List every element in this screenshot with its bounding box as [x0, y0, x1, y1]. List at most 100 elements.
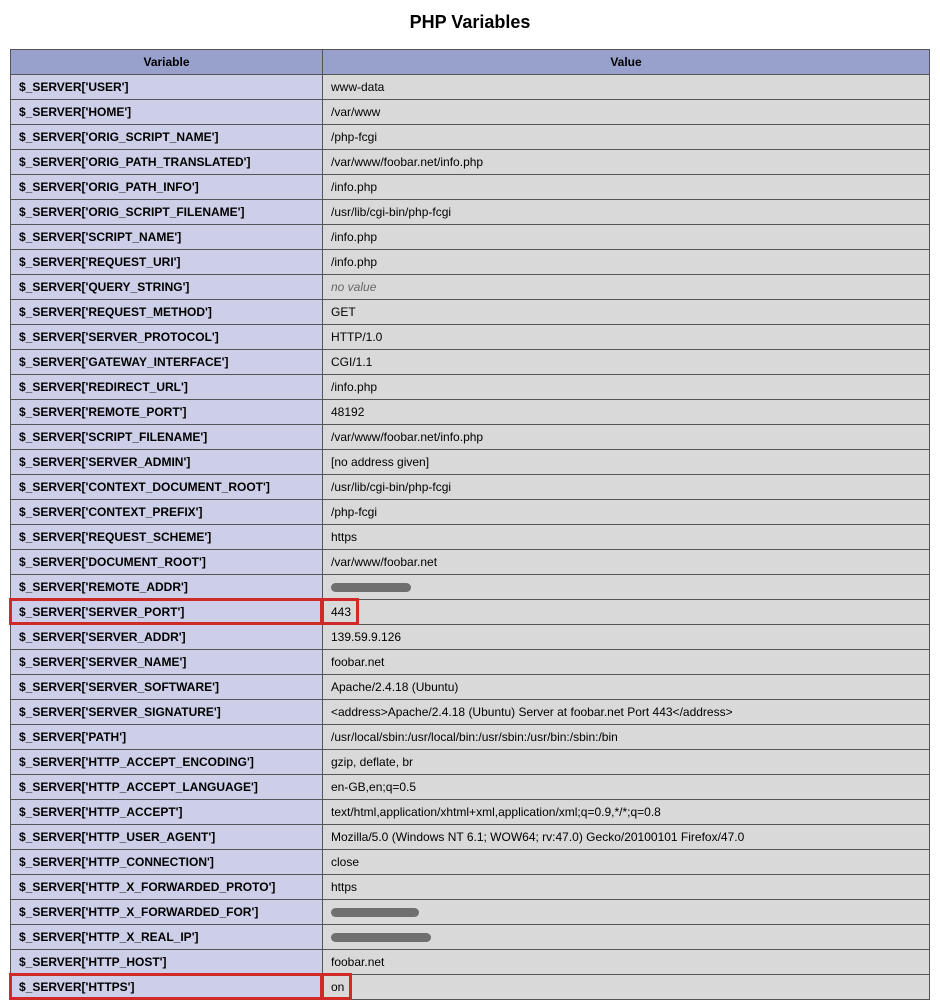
table-row: $_SERVER['REDIRECT_URL']/info.php: [11, 375, 930, 400]
no-value-label: no value: [331, 280, 376, 294]
table-row: $_SERVER['SERVER_SIGNATURE']<address>Apa…: [11, 700, 930, 725]
highlight-box: [9, 598, 323, 625]
table-row: $_SERVER['HTTP_X_FORWARDED_PROTO']https: [11, 875, 930, 900]
table-row: $_SERVER['SERVER_ADMIN'][no address give…: [11, 450, 930, 475]
table-row: $_SERVER['HTTP_ACCEPT_LANGUAGE']en-GB,en…: [11, 775, 930, 800]
table-row: $_SERVER['HTTP_USER_AGENT']Mozilla/5.0 (…: [11, 825, 930, 850]
variable-value: /usr/lib/cgi-bin/php-fcgi: [323, 200, 930, 225]
variable-name: $_SERVER['SERVER_ADDR']: [11, 625, 323, 650]
highlight-box: [321, 973, 352, 1000]
table-row: $_SERVER['HTTP_ACCEPT']text/html,applica…: [11, 800, 930, 825]
table-row: $_SERVER['ORIG_PATH_TRANSLATED']/var/www…: [11, 150, 930, 175]
variable-name: $_SERVER['REQUEST_URI']: [11, 250, 323, 275]
variable-name: $_SERVER['SERVER_ADMIN']: [11, 450, 323, 475]
table-row: $_SERVER['REMOTE_ADDR']: [11, 575, 930, 600]
variable-value: <address>Apache/2.4.18 (Ubuntu) Server a…: [323, 700, 930, 725]
variable-name: $_SERVER['SERVER_NAME']: [11, 650, 323, 675]
variable-name: $_SERVER['HTTP_CONNECTION']: [11, 850, 323, 875]
variable-value: close: [323, 850, 930, 875]
variable-name: $_SERVER['REDIRECT_URL']: [11, 375, 323, 400]
variable-value: /var/www: [323, 100, 930, 125]
table-row: $_SERVER['REQUEST_METHOD']GET: [11, 300, 930, 325]
redacted-value: [331, 908, 419, 917]
redacted-value: [331, 933, 431, 942]
variable-value: no value: [323, 275, 930, 300]
variable-name: $_SERVER['HTTP_X_FORWARDED_FOR']: [11, 900, 323, 925]
table-row: $_SERVER['SERVER_NAME']foobar.net: [11, 650, 930, 675]
table-row: $_SERVER['HTTP_X_REAL_IP']: [11, 925, 930, 950]
variable-name: $_SERVER['CONTEXT_PREFIX']: [11, 500, 323, 525]
table-row: $_SERVER['SCRIPT_NAME']/info.php: [11, 225, 930, 250]
variable-value: /php-fcgi: [323, 125, 930, 150]
variable-name: $_SERVER['SERVER_SOFTWARE']: [11, 675, 323, 700]
variable-value: HTTP/1.0: [323, 325, 930, 350]
php-variables-table: Variable Value $_SERVER['USER']www-data$…: [10, 49, 930, 1000]
variable-name: $_SERVER['QUERY_STRING']: [11, 275, 323, 300]
variable-value: /usr/lib/cgi-bin/php-fcgi: [323, 475, 930, 500]
table-row: $_SERVER['QUERY_STRING'] no value: [11, 275, 930, 300]
variable-value: Mozilla/5.0 (Windows NT 6.1; WOW64; rv:4…: [323, 825, 930, 850]
variable-name: $_SERVER['SERVER_PROTOCOL']: [11, 325, 323, 350]
table-row: $_SERVER['SERVER_SOFTWARE']Apache/2.4.18…: [11, 675, 930, 700]
variable-name: $_SERVER['ORIG_PATH_INFO']: [11, 175, 323, 200]
variable-value: www-data: [323, 75, 930, 100]
variable-value: on: [323, 975, 930, 1000]
variable-value: [no address given]: [323, 450, 930, 475]
variable-name: $_SERVER['USER']: [11, 75, 323, 100]
variable-name: $_SERVER['GATEWAY_INTERFACE']: [11, 350, 323, 375]
table-row: $_SERVER['CONTEXT_DOCUMENT_ROOT']/usr/li…: [11, 475, 930, 500]
variable-name: $_SERVER['DOCUMENT_ROOT']: [11, 550, 323, 575]
variable-value: foobar.net: [323, 950, 930, 975]
redacted-value: [331, 583, 411, 592]
table-row: $_SERVER['ORIG_SCRIPT_FILENAME']/usr/lib…: [11, 200, 930, 225]
table-row: $_SERVER['HTTP_CONNECTION']close: [11, 850, 930, 875]
variable-value: foobar.net: [323, 650, 930, 675]
variable-value: Apache/2.4.18 (Ubuntu): [323, 675, 930, 700]
variable-name: $_SERVER['HTTP_X_FORWARDED_PROTO']: [11, 875, 323, 900]
table-row: $_SERVER['HOME']/var/www: [11, 100, 930, 125]
variable-value: /var/www/foobar.net/info.php: [323, 425, 930, 450]
variable-name: $_SERVER['HTTP_ACCEPT_ENCODING']: [11, 750, 323, 775]
variable-value: https: [323, 875, 930, 900]
table-row: $_SERVER['HTTP_HOST']foobar.net: [11, 950, 930, 975]
table-row: $_SERVER['REQUEST_SCHEME']https: [11, 525, 930, 550]
table-row: $_SERVER['USER']www-data: [11, 75, 930, 100]
variable-value: 48192: [323, 400, 930, 425]
highlight-box: [321, 598, 359, 625]
variable-name: $_SERVER['HTTP_X_REAL_IP']: [11, 925, 323, 950]
variable-value: /info.php: [323, 225, 930, 250]
variable-name: $_SERVER['REMOTE_PORT']: [11, 400, 323, 425]
variable-name: $_SERVER['HTTP_HOST']: [11, 950, 323, 975]
col-value: Value: [323, 50, 930, 75]
table-row: $_SERVER['PATH']/usr/local/sbin:/usr/loc…: [11, 725, 930, 750]
col-variable: Variable: [11, 50, 323, 75]
table-row: $_SERVER['SERVER_PORT']443: [11, 600, 930, 625]
variable-name: $_SERVER['REMOTE_ADDR']: [11, 575, 323, 600]
variable-value: /usr/local/sbin:/usr/local/bin:/usr/sbin…: [323, 725, 930, 750]
variable-value: https: [323, 525, 930, 550]
variable-value: text/html,application/xhtml+xml,applicat…: [323, 800, 930, 825]
variable-name: $_SERVER['REQUEST_METHOD']: [11, 300, 323, 325]
table-row: $_SERVER['DOCUMENT_ROOT']/var/www/foobar…: [11, 550, 930, 575]
variable-name: $_SERVER['HTTP_USER_AGENT']: [11, 825, 323, 850]
variable-value: /info.php: [323, 375, 930, 400]
table-row: $_SERVER['ORIG_PATH_INFO']/info.php: [11, 175, 930, 200]
variable-name: $_SERVER['HTTPS']: [11, 975, 323, 1000]
variable-name: $_SERVER['ORIG_SCRIPT_FILENAME']: [11, 200, 323, 225]
variable-name: $_SERVER['HOME']: [11, 100, 323, 125]
variable-value: GET: [323, 300, 930, 325]
variable-name: $_SERVER['SCRIPT_NAME']: [11, 225, 323, 250]
variable-value: /info.php: [323, 250, 930, 275]
variable-value: CGI/1.1: [323, 350, 930, 375]
variable-value: [323, 925, 930, 950]
highlight-box: [9, 973, 323, 1000]
variable-name: $_SERVER['SERVER_PORT']: [11, 600, 323, 625]
variable-name: $_SERVER['ORIG_SCRIPT_NAME']: [11, 125, 323, 150]
variable-value: /php-fcgi: [323, 500, 930, 525]
variable-value: [323, 900, 930, 925]
variable-name: $_SERVER['CONTEXT_DOCUMENT_ROOT']: [11, 475, 323, 500]
table-row: $_SERVER['REMOTE_PORT']48192: [11, 400, 930, 425]
table-row: $_SERVER['GATEWAY_INTERFACE']CGI/1.1: [11, 350, 930, 375]
variable-value: 139.59.9.126: [323, 625, 930, 650]
table-row: $_SERVER['HTTPS']on: [11, 975, 930, 1000]
